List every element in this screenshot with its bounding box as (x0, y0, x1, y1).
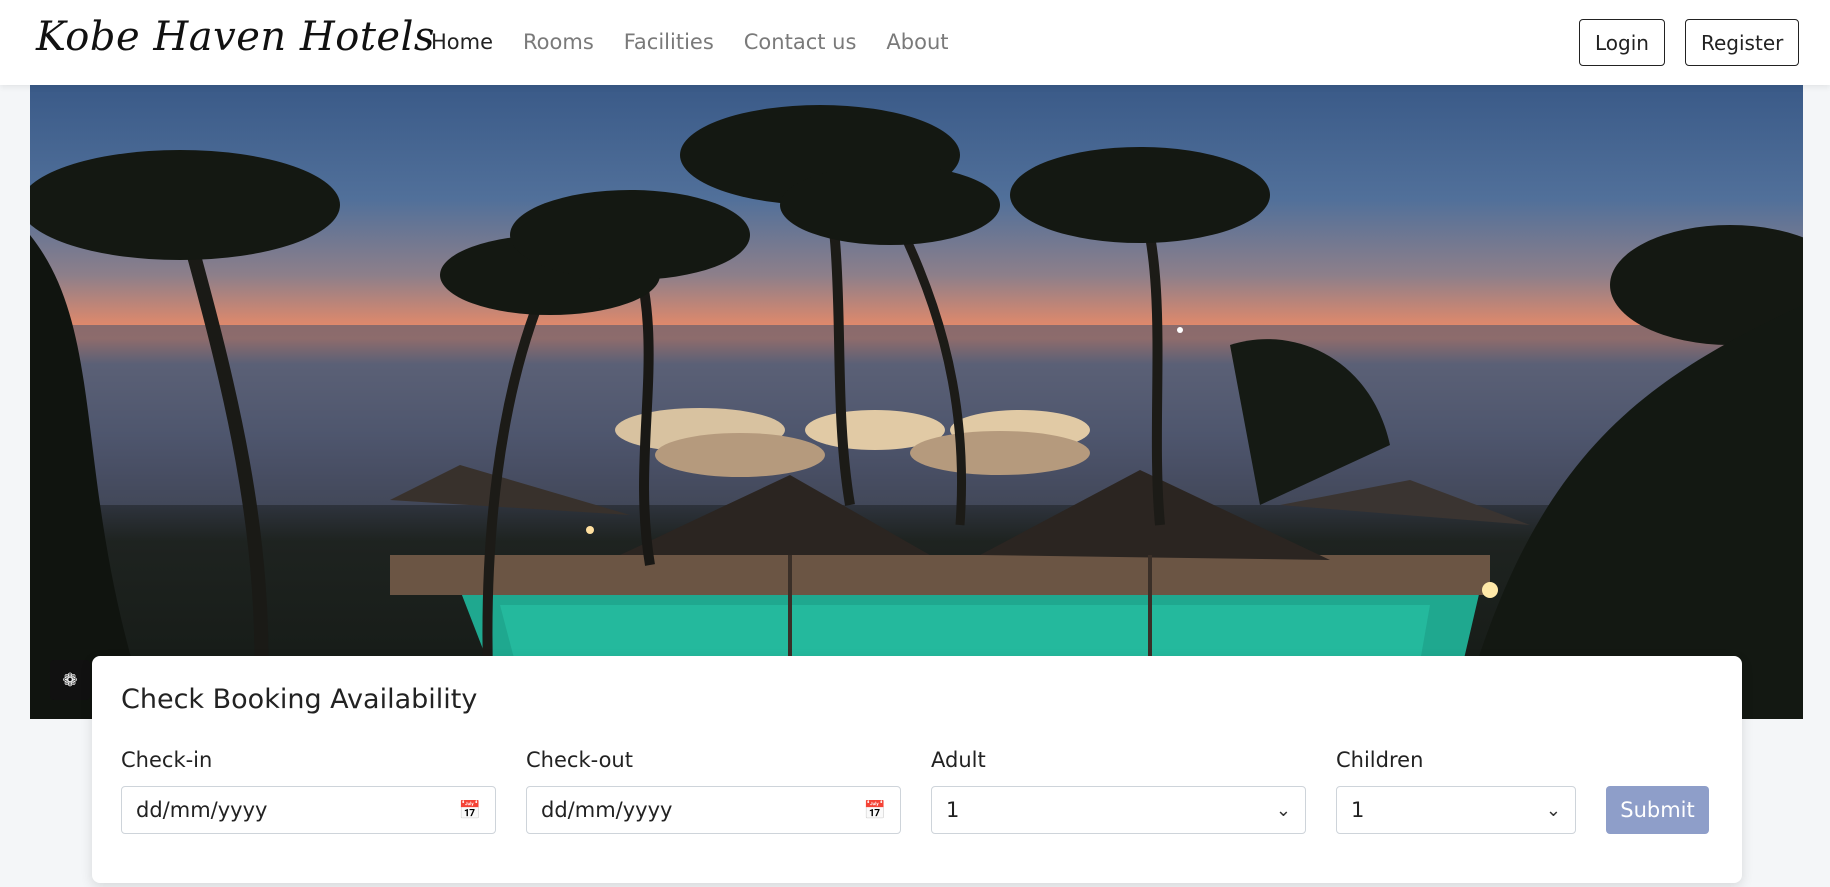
nav-link-facilities[interactable]: Facilities (624, 30, 714, 54)
adult-select[interactable]: 1 ⌄ (931, 786, 1306, 834)
checkout-input[interactable]: dd/mm/yyyy 📅 (526, 786, 901, 834)
nav-link-rooms[interactable]: Rooms (523, 30, 594, 54)
checkin-placeholder: dd/mm/yyyy (136, 798, 268, 822)
children-select[interactable]: 1 ⌄ (1336, 786, 1576, 834)
hero-image: ❁ (30, 85, 1803, 719)
calendar-icon[interactable]: 📅 (864, 800, 886, 821)
chevron-down-icon: ⌄ (1275, 799, 1291, 821)
checkout-placeholder: dd/mm/yyyy (541, 798, 673, 822)
nav-link-about[interactable]: About (886, 30, 948, 54)
login-button[interactable]: Login (1579, 19, 1665, 66)
navbar: Kobe Haven Hotels Home Rooms Facilities … (0, 0, 1830, 85)
booking-card: Check Booking Availability Check-in dd/m… (92, 656, 1742, 883)
children-label: Children (1336, 748, 1424, 772)
nav-link-contact[interactable]: Contact us (744, 30, 857, 54)
checkout-label: Check-out (526, 748, 633, 772)
carousel-control-icon[interactable]: ❁ (50, 660, 90, 700)
checkin-label: Check-in (121, 748, 213, 772)
hero-scene (30, 105, 1803, 719)
chevron-down-icon: ⌄ (1545, 799, 1561, 821)
adult-value: 1 (946, 798, 960, 822)
nav-link-home[interactable]: Home (431, 30, 493, 54)
nav-links: Home Rooms Facilities Contact us About (431, 30, 949, 54)
booking-title: Check Booking Availability (121, 684, 478, 715)
submit-button[interactable]: Submit (1606, 786, 1709, 834)
brand-logo[interactable]: Kobe Haven Hotels (36, 14, 435, 60)
calendar-icon[interactable]: 📅 (459, 800, 481, 821)
adult-label: Adult (931, 748, 986, 772)
register-button[interactable]: Register (1685, 19, 1799, 66)
checkin-input[interactable]: dd/mm/yyyy 📅 (121, 786, 496, 834)
children-value: 1 (1351, 798, 1365, 822)
